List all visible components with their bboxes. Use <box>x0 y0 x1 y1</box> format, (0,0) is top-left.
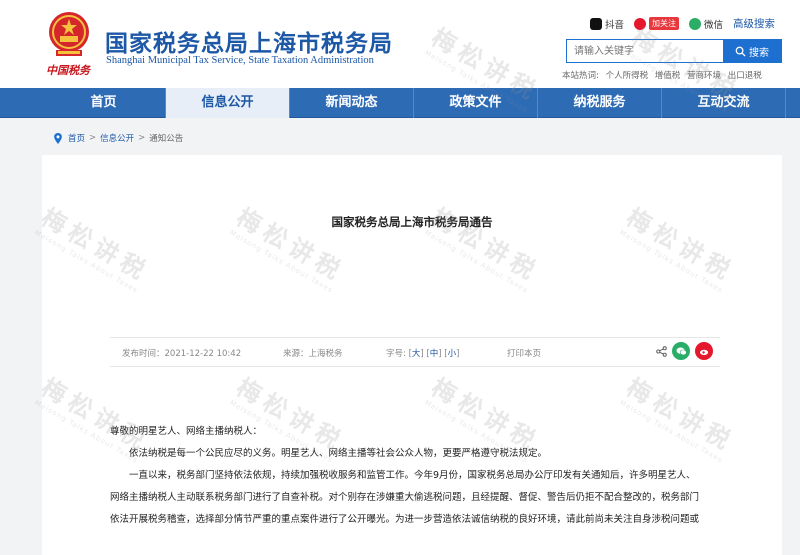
site-subtitle: Shanghai Municipal Tax Service, State Ta… <box>106 55 374 66</box>
search-box: 搜索 <box>566 39 782 63</box>
wechat-label: 微信 <box>704 19 724 31</box>
paragraph: 依法开展税务稽查，选择部分情节严重的重点案件进行了公开曝光。为进一步营造依法诚信… <box>110 514 700 525</box>
share-buttons <box>672 342 713 360</box>
site-header: 中国税务 国家税务总局上海市税务局 Shanghai Municipal Tax… <box>0 0 800 88</box>
hot-words-label: 本站热词: <box>562 71 599 81</box>
wechat-bubble-icon <box>676 346 687 355</box>
site-title[interactable]: 国家税务总局上海市税务局 <box>105 24 393 58</box>
nav-policy[interactable]: 政策文件 <box>414 88 538 118</box>
wechat-share-icon[interactable] <box>672 342 690 360</box>
share-icon[interactable] <box>656 346 667 357</box>
paragraph: 网络主播纳税人主动联系税务部门进行了自查补税。对个别存在涉嫌重大偷逃税问题，且经… <box>110 492 700 503</box>
douyin-link[interactable]: 抖音 <box>590 17 624 31</box>
weibo-follow-link[interactable]: 加关注 <box>634 17 680 30</box>
font-size-medium[interactable]: 中 <box>430 349 439 359</box>
breadcrumb-current: 通知公告 <box>149 134 184 144</box>
national-emblem-icon <box>49 12 89 56</box>
nav-home[interactable]: 首页 <box>42 88 166 118</box>
douyin-icon <box>590 17 602 30</box>
search-button[interactable]: 搜索 <box>723 40 781 62</box>
font-size-control: 字号: [大] [中] [小] <box>386 349 460 359</box>
hot-word-link[interactable]: 增值税 <box>655 71 681 81</box>
article-body: 尊敬的明星艺人、网络主播纳税人： 依法纳税是每一个公民应尽的义务。明星艺人、网络… <box>110 421 720 531</box>
nav-tax-service[interactable]: 纳税服务 <box>538 88 662 118</box>
breadcrumb: 首页 > 信息公开 > 通知公告 <box>53 132 183 144</box>
hot-word-link[interactable]: 营商环境 <box>687 71 721 81</box>
article-source: 来源：上海税务 <box>283 349 343 359</box>
logo-caption: 中国税务 <box>46 64 90 77</box>
font-size-large[interactable]: 大 <box>412 349 421 359</box>
print-link[interactable]: 打印本页 <box>507 347 541 359</box>
advanced-search-link[interactable]: 高级搜索 <box>733 16 775 31</box>
weibo-share-icon[interactable] <box>695 342 713 360</box>
weibo-eye-icon <box>699 349 708 355</box>
nav-news[interactable]: 新闻动态 <box>290 88 414 118</box>
nav-interaction[interactable]: 互动交流 <box>662 88 786 118</box>
font-size-label: 字号: <box>386 349 406 359</box>
social-links: 抖音 加关注 微信 高级搜索 <box>590 16 775 31</box>
publish-time: 发布时间：2021-12-22 10:42 <box>122 349 242 359</box>
article-meta: 发布时间：2021-12-22 10:42 来源：上海税务 字号: [大] [中… <box>110 337 720 367</box>
douyin-label: 抖音 <box>605 19 625 31</box>
breadcrumb-separator: > <box>138 133 146 143</box>
breadcrumb-separator: > <box>89 133 97 143</box>
wechat-link[interactable]: 微信 <box>689 17 723 31</box>
hot-word-link[interactable]: 个人所得税 <box>606 71 649 81</box>
paragraph: 一直以来，税务部门坚持依法依规，持续加强税收服务和监管工作。今年9月份，国家税务… <box>129 470 696 481</box>
wechat-icon <box>689 17 702 30</box>
search-input[interactable] <box>567 40 723 62</box>
search-icon <box>735 46 746 57</box>
breadcrumb-home[interactable]: 首页 <box>68 132 85 144</box>
location-pin-icon <box>54 132 62 144</box>
salutation: 尊敬的明星艺人、网络主播纳税人： <box>110 426 263 437</box>
hot-word-link[interactable]: 出口退税 <box>728 71 762 81</box>
weibo-icon <box>634 17 647 30</box>
main-nav: 首页 信息公开 新闻动态 政策文件 纳税服务 互动交流 <box>0 88 800 118</box>
paragraph: 依法纳税是每一个公民应尽的义务。明星艺人、网络主播等社会公众人物，更要严格遵守税… <box>129 448 548 459</box>
search-button-label: 搜索 <box>749 47 769 59</box>
hot-words: 本站热词: 个人所得税 增值税 营商环境 出口退税 <box>562 69 766 81</box>
follow-badge: 加关注 <box>649 17 680 30</box>
font-size-small[interactable]: 小 <box>448 349 457 359</box>
breadcrumb-info[interactable]: 信息公开 <box>100 132 134 144</box>
nav-info-disclosure[interactable]: 信息公开 <box>166 88 290 118</box>
article-title: 国家税务总局上海市税务局通告 <box>331 215 493 229</box>
